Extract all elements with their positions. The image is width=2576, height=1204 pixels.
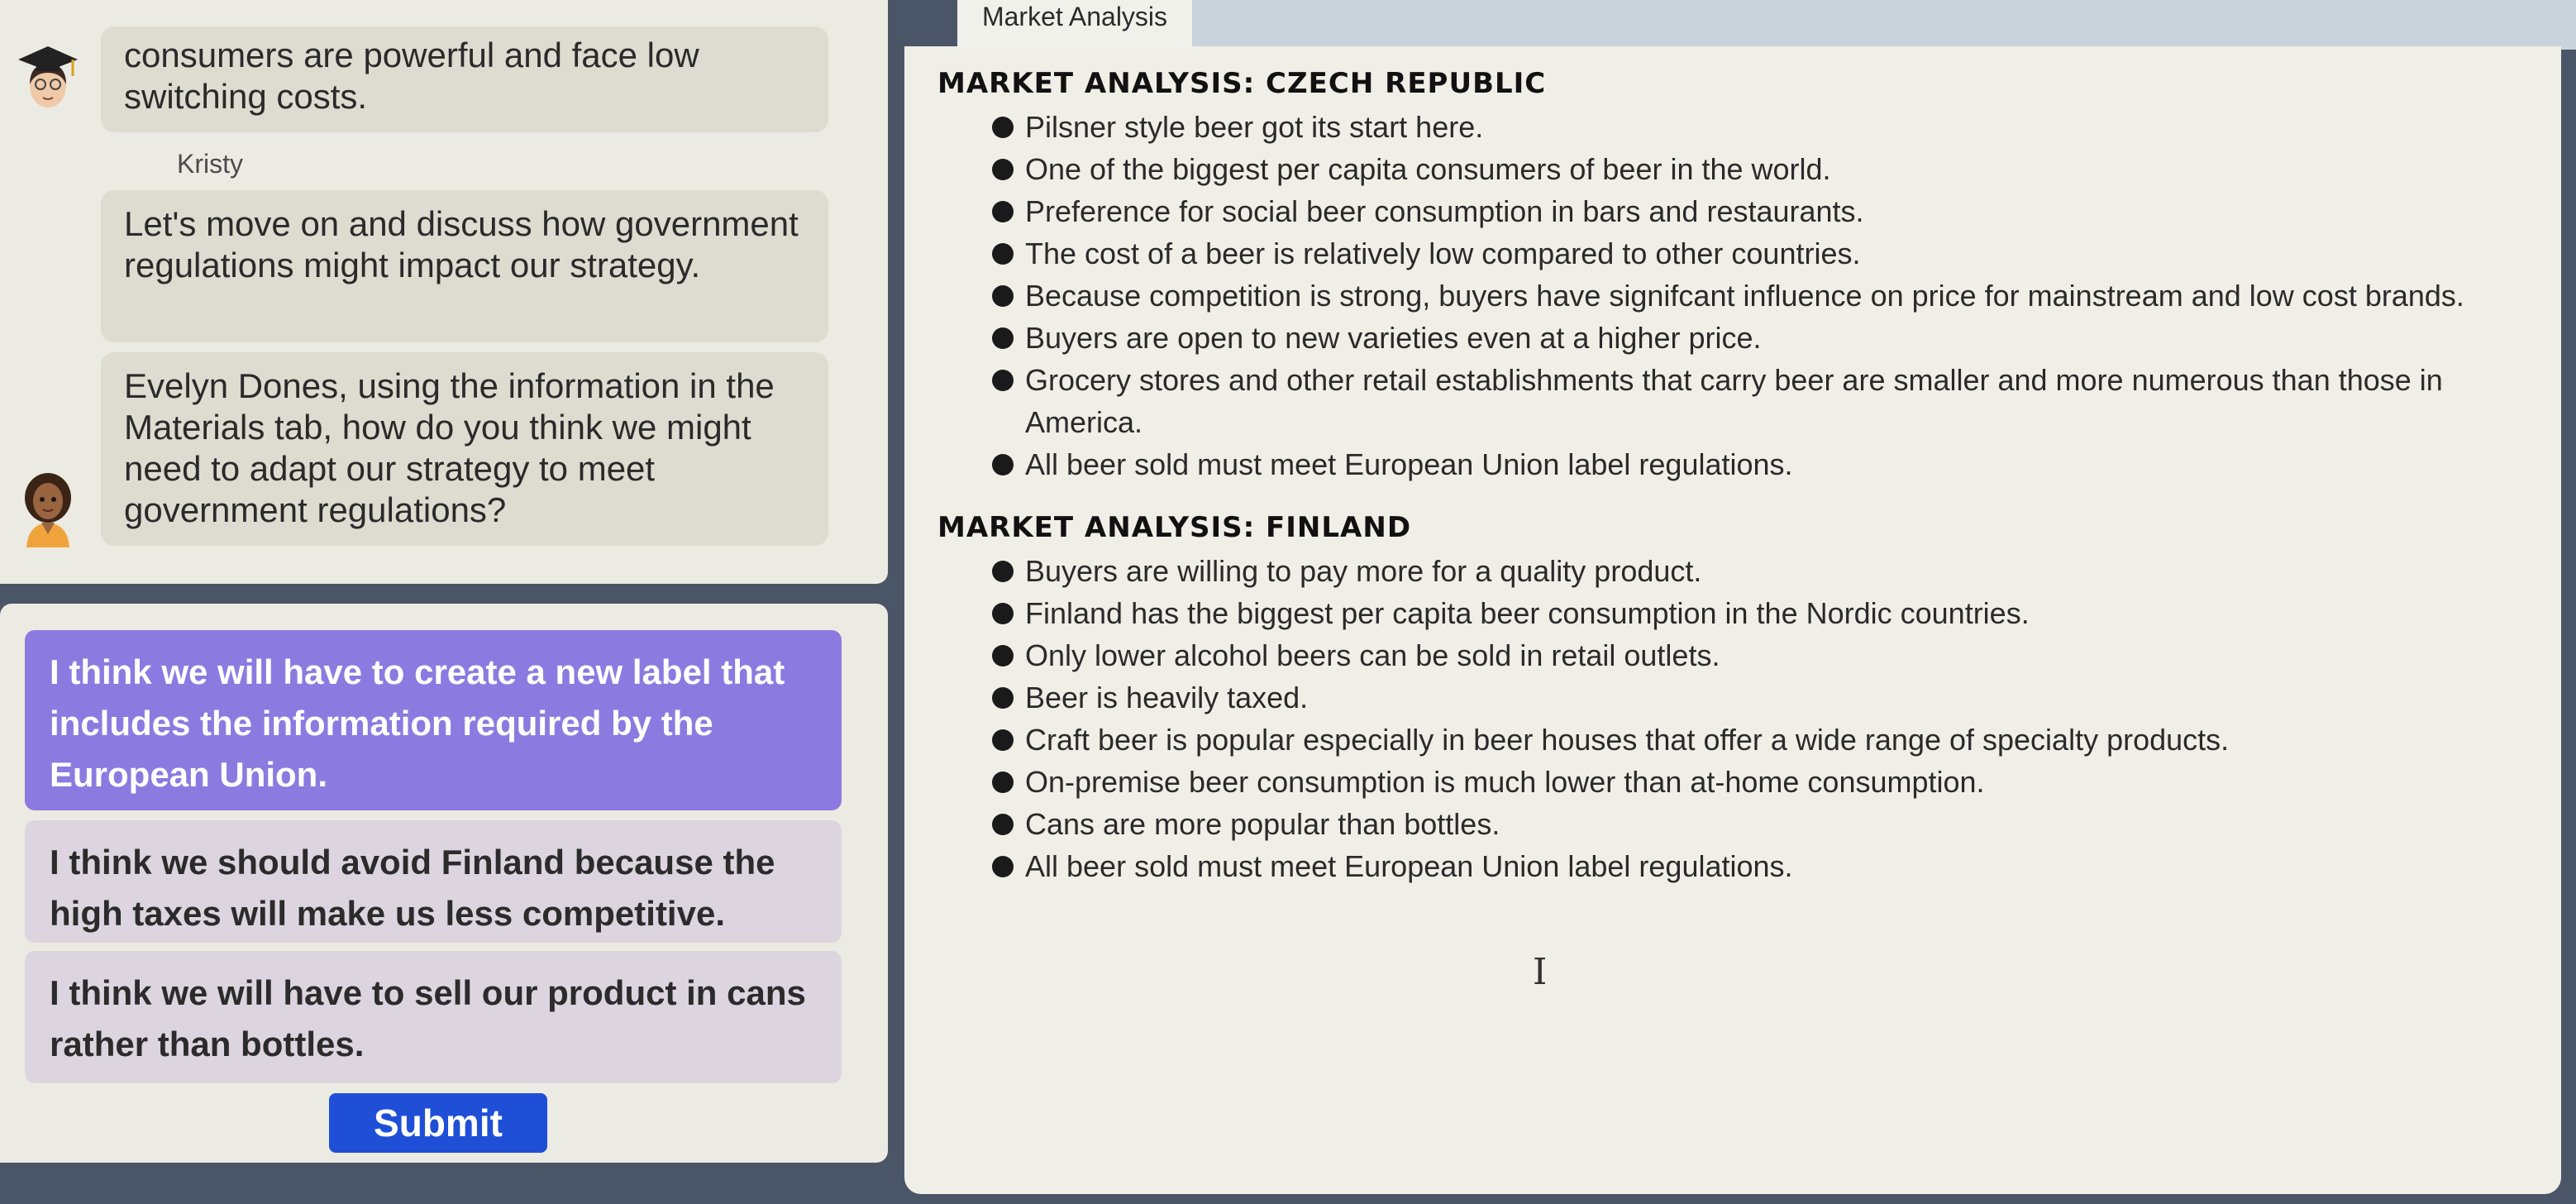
bullet-icon [992,814,1014,835]
bullet-list: Buyers are willing to pay more for a qua… [937,550,2528,887]
list-item-text: Finland has the biggest per capita beer … [1025,596,2030,630]
speaker-name: Kristy [177,149,243,179]
list-item: Beer is heavily taxed. [937,676,2528,719]
graduate-avatar-icon [15,35,81,114]
bullet-icon [992,159,1014,180]
list-item-text: Buyers are open to new varieties even at… [1025,321,1762,355]
bullet-icon [992,327,1014,349]
bullet-list: Pilsner style beer got its start here. O… [937,106,2528,485]
list-item-text: Because competition is strong, buyers ha… [1025,279,2464,313]
list-item-text: Beer is heavily taxed. [1025,681,1309,714]
list-item: On-premise beer consumption is much lowe… [937,761,2528,803]
answer-option-selected[interactable]: I think we will have to create a new lab… [25,630,842,810]
bullet-icon [992,370,1014,391]
list-item-text: Cans are more popular than bottles. [1025,807,1500,841]
list-item-text: Grocery stores and other retail establis… [1025,363,2443,439]
list-item: Buyers are open to new varieties even at… [937,317,2528,359]
background-strip [1190,0,2576,50]
list-item: Only lower alcohol beers can be sold in … [937,634,2528,676]
list-item: Finland has the biggest per capita beer … [937,592,2528,634]
submit-button[interactable]: Submit [329,1093,547,1153]
list-item-text: One of the biggest per capita consumers … [1025,152,1831,186]
materials-panel: MARKET ANALYSIS: CZECH REPUBLIC Pilsner … [904,46,2561,1194]
list-item-text: The cost of a beer is relatively low com… [1025,236,1861,270]
list-item: Buyers are willing to pay more for a qua… [937,550,2528,592]
list-item-text: On-premise beer consumption is much lowe… [1025,765,1985,799]
list-item: Craft beer is popular especially in beer… [937,719,2528,761]
bullet-icon [992,687,1014,709]
section-heading: MARKET ANALYSIS: FINLAND [937,511,1412,544]
chat-message-text: Let's move on and discuss how government… [124,204,799,284]
list-item-text: Craft beer is popular especially in beer… [1025,723,2230,757]
list-item-text: All beer sold must meet European Union l… [1025,849,1793,883]
bullet-icon [992,772,1014,793]
list-item-text: Pilsner style beer got its start here. [1025,110,1484,144]
bullet-icon [992,729,1014,751]
bullet-icon [992,561,1014,582]
chat-message: consumers are powerful and face low swit… [101,26,828,132]
chat-message: Evelyn Dones, using the information in t… [101,352,828,546]
section-heading: MARKET ANALYSIS: CZECH REPUBLIC [937,67,1547,100]
bullet-icon [992,201,1014,222]
list-item: One of the biggest per capita consumers … [937,148,2528,190]
answer-option[interactable]: I think we should avoid Finland because … [25,820,842,943]
bullet-icon [992,454,1014,475]
chat-message-text: consumers are powerful and face low swit… [124,36,699,116]
list-item: Grocery stores and other retail establis… [937,359,2528,443]
list-item: All beer sold must meet European Union l… [937,443,2528,485]
tab-market-analysis[interactable]: Market Analysis [957,0,1192,48]
answer-panel: I think we will have to create a new lab… [0,604,888,1163]
list-item: Cans are more popular than bottles. [937,803,2528,845]
list-item: The cost of a beer is relatively low com… [937,232,2528,275]
list-item: Preference for social beer consumption i… [937,190,2528,232]
list-item-text: Only lower alcohol beers can be sold in … [1025,638,1720,672]
bullet-icon [992,856,1014,877]
list-item-text: Buyers are willing to pay more for a qua… [1025,554,1702,588]
bullet-icon [992,285,1014,307]
bullet-icon [992,117,1014,138]
chat-message-text: Evelyn Dones, using the information in t… [124,366,775,529]
list-item-text: Preference for social beer consumption i… [1025,194,1864,228]
chat-panel: consumers are powerful and face low swit… [0,0,888,584]
answer-option[interactable]: I think we will have to sell our product… [25,951,842,1083]
text-cursor-icon: I [1533,951,1548,993]
bullet-icon [992,603,1014,624]
bullet-icon [992,243,1014,265]
bullet-icon [992,645,1014,666]
list-item: Pilsner style beer got its start here. [937,106,2528,148]
chat-message: Let's move on and discuss how government… [101,190,828,342]
evelyn-avatar-icon [15,468,81,547]
list-item-text: All beer sold must meet European Union l… [1025,447,1793,481]
list-item: All beer sold must meet European Union l… [937,845,2528,887]
list-item: Because competition is strong, buyers ha… [937,275,2528,317]
